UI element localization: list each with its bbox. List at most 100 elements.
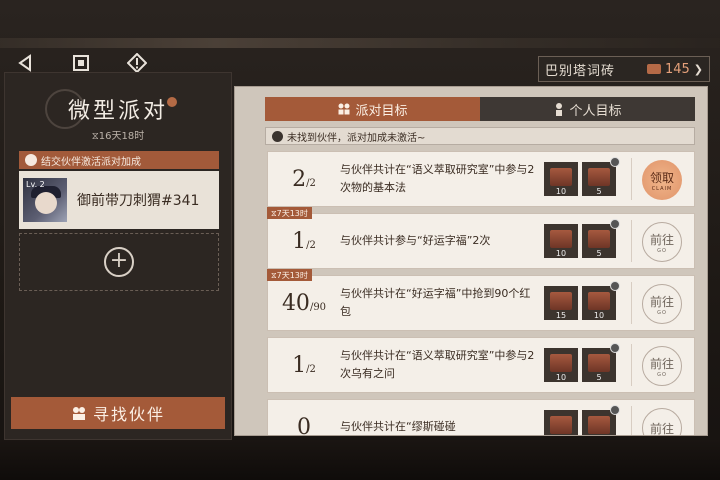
progress-total: 90: [313, 301, 327, 313]
go-sublabel: GO: [657, 371, 667, 378]
reward-item[interactable]: 10: [582, 281, 620, 320]
task-row: ⧖7天13时 40/90 与伙伴共计在“好运字福”中抢到90个红包 15 10 …: [267, 269, 695, 331]
bonus-warning: 未找到伙伴，派对加成未激活~: [265, 127, 695, 145]
top-nav: [14, 52, 148, 74]
partner-bonus-bar: 结交伙伴激活派对加成: [19, 151, 219, 169]
reward-item[interactable]: 5: [582, 157, 620, 196]
claim-button[interactable]: 领取 CLAIM: [642, 160, 682, 200]
task-description: 与伙伴共计在“缪斯碰碰: [340, 420, 456, 433]
page-title: 微型派对: [67, 99, 168, 124]
task-progress: 40/90: [281, 290, 327, 316]
reward-item[interactable]: 10: [544, 348, 578, 382]
task-time-tag: ⧖7天13时: [267, 207, 312, 219]
reward-qty: 10: [555, 187, 567, 196]
task-rewards: 10 5: [544, 219, 620, 258]
divider: [631, 344, 632, 386]
party-panel: 微型派对 ⧖16天18时 结交伙伴激活派对加成 Lv. 2 御前带刀刺猬#341…: [4, 72, 232, 440]
go-button[interactable]: 前往 GO: [642, 346, 682, 386]
task-progress: 2/2: [292, 166, 316, 192]
partner-name: 御前带刀刺猬#341: [77, 193, 200, 209]
person-icon: [556, 103, 563, 116]
reward-item[interactable]: 10: [544, 162, 578, 196]
reward-item[interactable]: [544, 410, 578, 435]
task-row: 2/2 与伙伴共计在“语义萃取研究室”中参与2次物的基本法 10 5 领取 CLA…: [267, 151, 695, 207]
reward-qty: 5: [596, 373, 602, 382]
divider: [631, 158, 632, 200]
claim-label: 领取: [649, 170, 674, 185]
info-icon: [272, 130, 283, 142]
find-partner-label: 寻找伙伴: [92, 405, 165, 424]
reward-item[interactable]: 5: [582, 219, 620, 258]
go-label: 前往: [649, 421, 674, 436]
go-button[interactable]: 前往: [642, 408, 682, 436]
brick-icon: [588, 416, 610, 434]
bonus-warning-text: 未找到伙伴，派对加成未激活~: [287, 132, 426, 144]
progress-total: 2: [309, 363, 316, 375]
task-description: 与伙伴共计在“语义萃取研究室”中参与2次物的基本法: [340, 163, 535, 194]
tab-personal-goals[interactable]: 个人目标: [480, 97, 695, 121]
currency-display[interactable]: 巴别塔词砖 145 ❯: [538, 56, 710, 82]
reward-item[interactable]: 5: [582, 343, 620, 382]
reward-qty: 10: [555, 249, 567, 258]
brick-icon: [550, 354, 572, 372]
reward-item[interactable]: [582, 405, 620, 435]
avatar: Lv. 2: [23, 178, 67, 222]
reward-qty: 10: [555, 373, 567, 382]
brick-icon: [550, 168, 572, 186]
task-list: 2/2 与伙伴共计在“语义萃取研究室”中参与2次物的基本法 10 5 领取 CLA…: [267, 151, 697, 436]
tab-personal-goals-label: 个人目标: [569, 103, 622, 119]
task-rewards: [544, 405, 620, 435]
reward-item[interactable]: 10: [544, 224, 578, 258]
reward-qty: 5: [596, 187, 602, 196]
task-row: 1/2 与伙伴共计在“语义萃取研究室”中参与2次乌有之问 10 5 前往 GO: [267, 337, 695, 393]
brick-icon: [588, 168, 610, 186]
back-icon[interactable]: [14, 52, 36, 74]
reward-item[interactable]: 15: [544, 286, 578, 320]
task-rewards: 10 5: [544, 157, 620, 196]
empty-partner-slot[interactable]: +: [19, 233, 219, 291]
reward-qty: 10: [593, 311, 605, 320]
currency-value: 145: [664, 61, 690, 77]
party-badge-icon: [610, 281, 620, 291]
task-row: 0 与伙伴共计在“缪斯碰碰 前往: [267, 399, 695, 436]
task-time-tag: ⧖7天13时: [267, 269, 312, 281]
people-icon: [338, 103, 350, 115]
reward-qty: 5: [596, 249, 602, 258]
brick-icon: [550, 416, 572, 434]
progress-value: 0: [297, 414, 311, 436]
find-partner-button[interactable]: 寻找伙伴: [11, 397, 225, 429]
tab-party-goals[interactable]: 派对目标: [265, 97, 480, 121]
remaining-time: ⧖16天18时: [91, 131, 145, 142]
add-icon[interactable]: +: [104, 247, 134, 277]
go-label: 前往: [649, 294, 674, 309]
divider: [631, 282, 632, 324]
task-progress: 0: [268, 414, 340, 436]
go-button[interactable]: 前往 GO: [642, 222, 682, 262]
people-icon: [72, 407, 85, 420]
progress-value: 2: [292, 166, 307, 192]
brick-icon: [550, 230, 572, 248]
brick-icon: [588, 354, 610, 372]
brick-icon: [550, 292, 572, 310]
go-button[interactable]: 前往 GO: [642, 284, 682, 324]
divider: [631, 220, 632, 262]
task-rewards: 15 10: [544, 281, 620, 320]
progress-value: 40: [281, 290, 310, 316]
reward-qty: 15: [555, 311, 567, 320]
home-icon[interactable]: [70, 52, 92, 74]
progress-value: 1: [292, 228, 307, 254]
progress-value: 1: [292, 352, 307, 378]
task-progress: 1/2: [292, 352, 316, 378]
task-description: 与伙伴共计在“语义萃取研究室”中参与2次乌有之问: [340, 349, 535, 380]
go-sublabel: GO: [657, 247, 667, 254]
go-label: 前往: [649, 356, 674, 371]
partner-level: Lv. 2: [26, 180, 45, 189]
brick-icon: [588, 230, 610, 248]
partner-card[interactable]: Lv. 2 御前带刀刺猬#341: [19, 171, 219, 229]
background-bottom: [0, 440, 720, 480]
claim-sublabel: CLAIM: [651, 185, 673, 192]
info-icon[interactable]: [126, 52, 148, 74]
task-progress: 1/2: [292, 228, 316, 254]
task-row: ⧖7天13时 1/2 与伙伴共计参与“好运字福”2次 10 5 前往 GO: [267, 207, 695, 269]
task-description: 与伙伴共计参与“好运字福”2次: [340, 234, 491, 247]
